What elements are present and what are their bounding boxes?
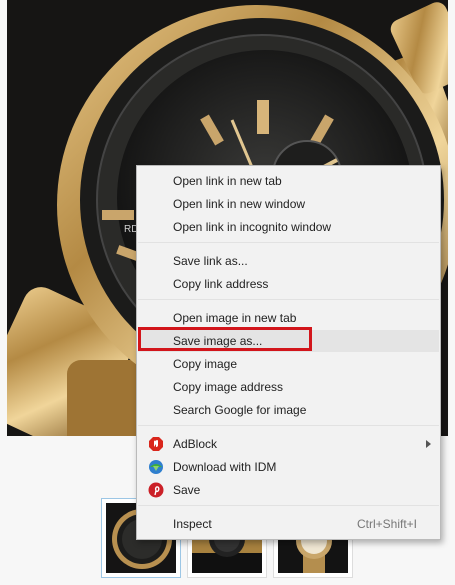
menu-separator bbox=[138, 505, 439, 506]
menu-item-open-image-new-tab[interactable]: Open image in new tab bbox=[138, 307, 439, 329]
menu-item-copy-image-address[interactable]: Copy image address bbox=[138, 376, 439, 398]
pinterest-icon bbox=[148, 482, 164, 498]
menu-item-label: Copy image bbox=[173, 357, 238, 371]
menu-item-label: Save link as... bbox=[173, 254, 248, 268]
menu-item-shortcut: Ctrl+Shift+I bbox=[356, 517, 417, 531]
menu-item-label: Open link in new window bbox=[173, 197, 306, 211]
menu-item-label: Copy image address bbox=[173, 380, 284, 394]
menu-item-copy-link-address[interactable]: Copy link address bbox=[138, 273, 439, 295]
menu-item-save-link-as[interactable]: Save link as... bbox=[138, 250, 439, 272]
menu-item-label: Download with IDM bbox=[173, 460, 277, 474]
menu-item-label: Save bbox=[173, 483, 201, 497]
page: RD13 bbox=[0, 0, 455, 585]
menu-item-search-google-for-image[interactable]: Search Google for image bbox=[138, 399, 439, 421]
menu-item-label: Search Google for image bbox=[173, 403, 307, 417]
menu-item-open-link-new-tab[interactable]: Open link in new tab bbox=[138, 170, 439, 192]
menu-separator bbox=[138, 425, 439, 426]
idm-icon bbox=[148, 459, 164, 475]
menu-item-label: Copy link address bbox=[173, 277, 269, 291]
menu-item-label: Open link in new tab bbox=[173, 174, 282, 188]
adblock-icon bbox=[148, 436, 164, 452]
menu-item-label: Open link in incognito window bbox=[173, 220, 332, 234]
menu-item-pinterest-save[interactable]: Save bbox=[138, 479, 439, 501]
submenu-arrow-icon bbox=[426, 440, 431, 448]
menu-separator bbox=[138, 242, 439, 243]
menu-item-open-link-incognito[interactable]: Open link in incognito window bbox=[138, 216, 439, 238]
menu-item-label: Inspect bbox=[173, 517, 212, 531]
menu-item-adblock[interactable]: AdBlock bbox=[138, 433, 439, 455]
menu-item-save-image-as[interactable]: Save image as... bbox=[138, 330, 439, 352]
menu-item-label: Save image as... bbox=[173, 334, 263, 348]
menu-item-inspect[interactable]: Inspect Ctrl+Shift+I bbox=[138, 513, 439, 535]
menu-item-label: Open image in new tab bbox=[173, 311, 297, 325]
menu-item-open-link-new-window[interactable]: Open link in new window bbox=[138, 193, 439, 215]
menu-separator bbox=[138, 299, 439, 300]
menu-item-copy-image[interactable]: Copy image bbox=[138, 353, 439, 375]
context-menu: Open link in new tab Open link in new wi… bbox=[136, 165, 441, 540]
menu-item-download-with-idm[interactable]: Download with IDM bbox=[138, 456, 439, 478]
menu-item-label: AdBlock bbox=[173, 437, 218, 451]
